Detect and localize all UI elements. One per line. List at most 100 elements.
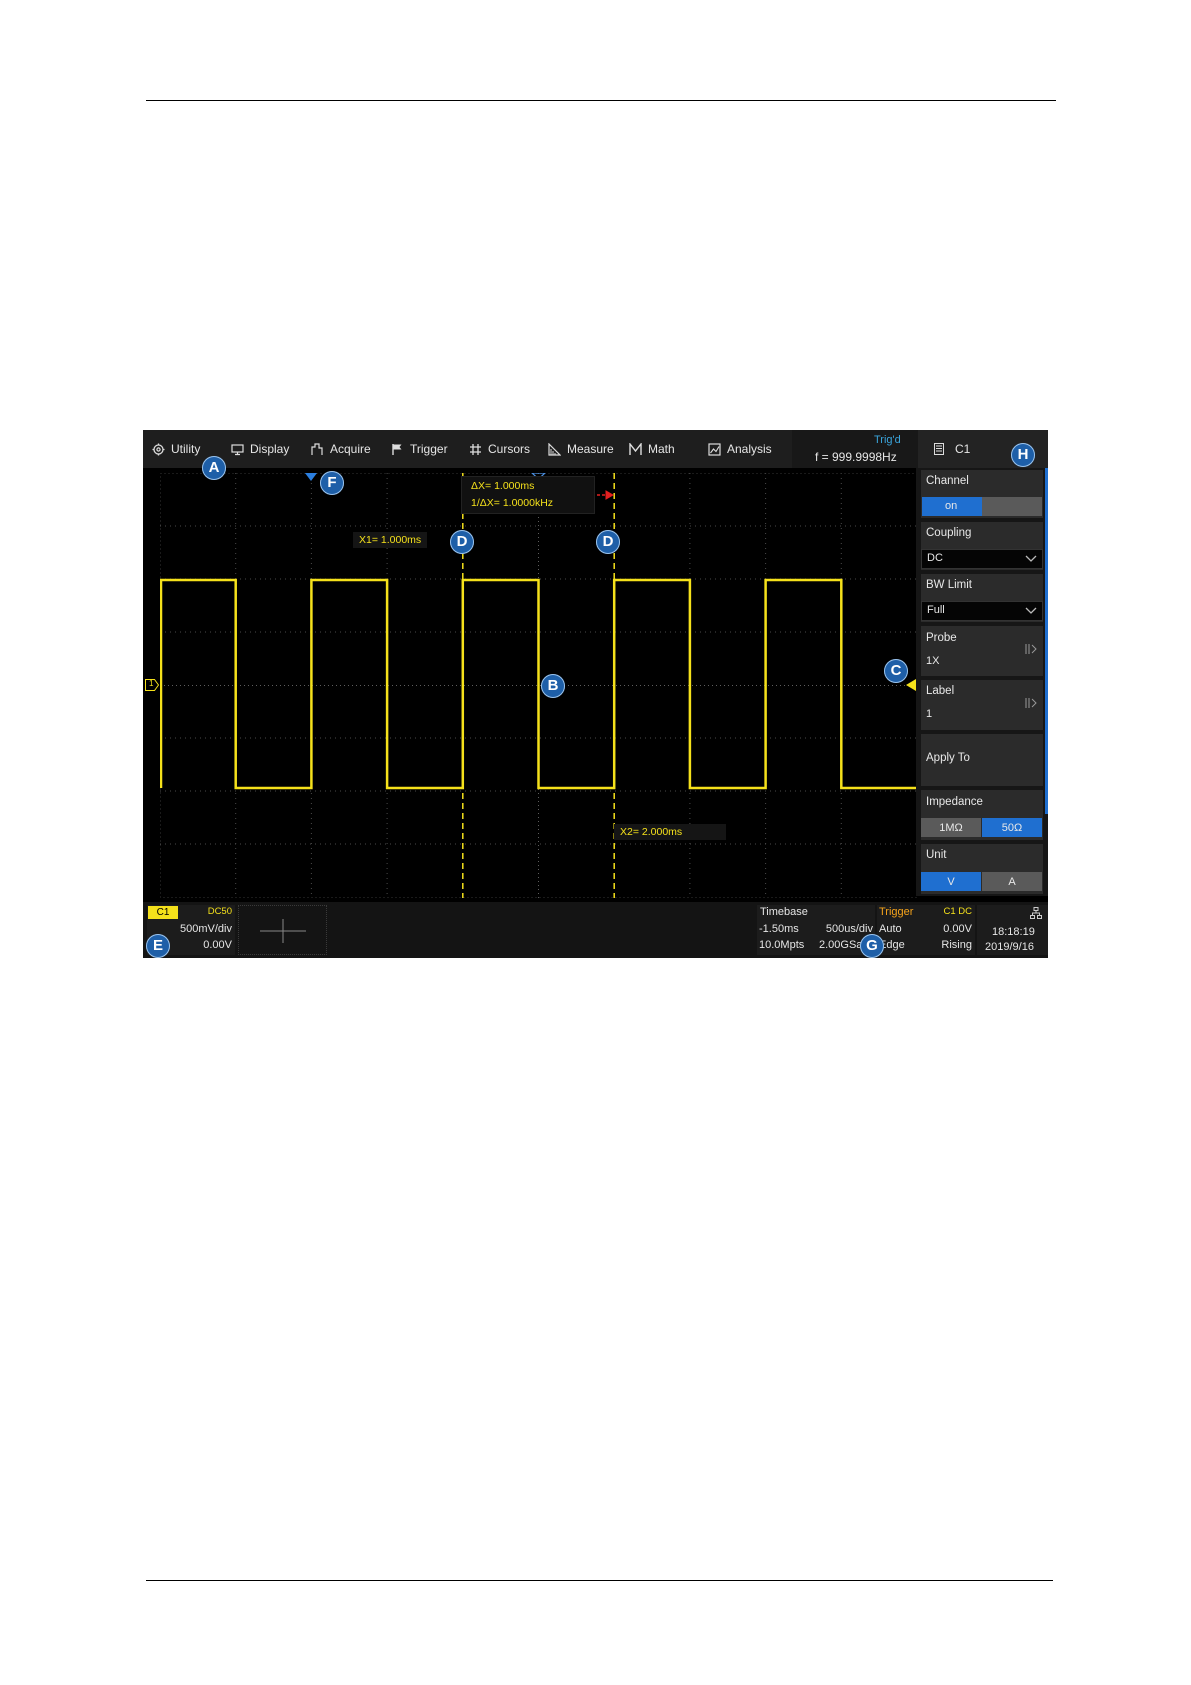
menu-display-label: Display [250,442,290,456]
menu-math[interactable]: Math [629,430,675,468]
trigger-mode: Auto [879,923,902,935]
bw-limit-setting: BW Limit Full [921,574,1043,622]
trigger-label: Trigger [879,906,914,918]
bw-limit-label: BW Limit [926,579,972,591]
cursor-x2-label: X2= 2.000ms [614,824,726,840]
channel-offset-marker[interactable]: 1 [145,679,159,691]
callout-d-right: D [596,530,620,554]
unit-option-v[interactable]: V [921,872,981,891]
clock-time: 18:18:19 [992,926,1035,938]
menu-math-label: Math [648,442,675,456]
apply-to-label: Apply To [926,752,970,764]
channel-selector-label: C1 [955,442,971,456]
label-setting[interactable]: Label 1 [921,680,1043,730]
coupling-setting: Coupling DC [921,522,1043,570]
network-icon [1030,907,1042,919]
menu-measure[interactable]: Measure [548,430,614,468]
chevron-down-icon [1025,555,1037,562]
bw-limit-dropdown[interactable]: Full [921,601,1043,621]
impedance-option-50[interactable]: 50Ω [982,818,1042,837]
chevron-down-icon [1025,607,1037,614]
menu-utility-label: Utility [171,442,201,456]
clock-date: 2019/9/16 [985,941,1034,953]
unit-option-a[interactable]: A [982,872,1042,891]
timebase-descriptor[interactable]: Timebase -1.50ms 500us/div 10.0Mpts 2.00… [757,905,875,955]
timebase-memory: 10.0Mpts [759,939,805,951]
cursor-x1-label: X1= 1.000ms [353,532,428,548]
trigger-level-marker[interactable] [906,679,916,691]
timebase-delay: -1.50ms [759,923,799,935]
cursor-delta-box: ΔX= 1.000ms 1/ΔX= 1.0000kHz [461,476,595,514]
channel-toggle[interactable]: on [922,497,1042,516]
add-channel-slot[interactable] [238,905,327,955]
panel-scrollbar[interactable] [1045,468,1048,814]
oscilloscope-screen: Utility Display Acquire Trigger Cursors … [143,430,1048,958]
channel-toggle-label: on [945,500,958,512]
apply-to-setting[interactable]: Apply To [921,734,1043,786]
menu-trigger-label: Trigger [410,442,448,456]
channel-settings-panel: Channel on Coupling DC BW Limit Full Pro… [916,468,1048,896]
menu-measure-label: Measure [567,442,614,456]
channel-offset-label: 1 [149,679,154,688]
menu-display[interactable]: Display [231,430,289,468]
trigger-slope: Rising [941,939,972,951]
callout-c: C [884,659,908,683]
menu-analysis-label: Analysis [727,442,772,456]
impedance-setting: Impedance 1MΩ 50Ω [921,790,1043,840]
unit-label: Unit [926,849,947,861]
channel-coupling: DC50 [207,906,232,917]
callout-d-left: D [450,530,474,554]
callout-e: E [146,934,170,958]
header-rule [146,100,1056,101]
callout-b: B [541,674,565,698]
coupling-dropdown[interactable]: DC [921,549,1043,569]
trigger-level: 0.00V [943,923,972,935]
bw-limit-value: Full [927,604,945,616]
waveform-trace-c1 [160,578,917,790]
coupling-value: DC [927,552,943,564]
delta-x-value: ΔX= 1.000ms [471,480,535,492]
label-value: 1 [926,708,933,720]
menu-bar: Utility Display Acquire Trigger Cursors … [143,430,1048,468]
menu-analysis[interactable]: Analysis [708,430,772,468]
horizontal-delay-marker[interactable] [305,473,317,481]
timebase-label: Timebase [760,906,808,918]
status-bar: C1 DC50 500mV/div 0.00V Timebase -1.50ms… [143,902,1048,958]
trigger-source: C1 DC [943,906,972,917]
submenu-arrow-icon [1025,698,1037,708]
timebase-sample-rate: 2.00GSa [819,939,863,951]
trigger-status: Trig'd [874,434,901,446]
menu-utility[interactable]: Utility [152,430,200,468]
callout-g: G [860,934,884,958]
impedance-label: Impedance [926,796,983,808]
waveform-grid [160,473,917,898]
timebase-scale: 500us/div [825,923,873,935]
document-icon [934,443,944,455]
hash-icon [470,443,481,455]
channel-setting: Channel on [921,470,1043,518]
coupling-label: Coupling [926,527,972,539]
inv-delta-x-value: 1/ΔX= 1.0000kHz [471,497,554,509]
callout-a: A [202,456,226,480]
channel-offset: 0.00V [203,939,232,951]
clock-descriptor: 18:18:19 2019/9/16 [977,905,1048,955]
footer-rule [146,1580,1053,1581]
menu-trigger[interactable]: Trigger [391,430,448,468]
menu-acquire-label: Acquire [330,442,371,456]
channel-badge: C1 [148,906,178,919]
trigger-descriptor[interactable]: Trigger C1 DC Auto 0.00V Edge Rising [877,905,975,955]
frequency-readout: f = 999.9998Hz [815,450,897,464]
gear-icon [152,443,165,455]
probe-value: 1X [926,655,940,667]
menu-acquire[interactable]: Acquire [311,430,371,468]
plus-icon [260,919,306,943]
menu-cursors[interactable]: Cursors [469,430,530,468]
channel-setting-label: Channel [926,475,969,487]
flag-icon [392,443,402,455]
math-icon [629,442,642,455]
impedance-option-1m[interactable]: 1MΩ [921,818,981,837]
probe-setting[interactable]: Probe 1X [921,626,1043,676]
unit-setting: Unit V A [921,844,1043,894]
ruler-icon [548,442,561,456]
channel-scale: 500mV/div [180,923,232,935]
